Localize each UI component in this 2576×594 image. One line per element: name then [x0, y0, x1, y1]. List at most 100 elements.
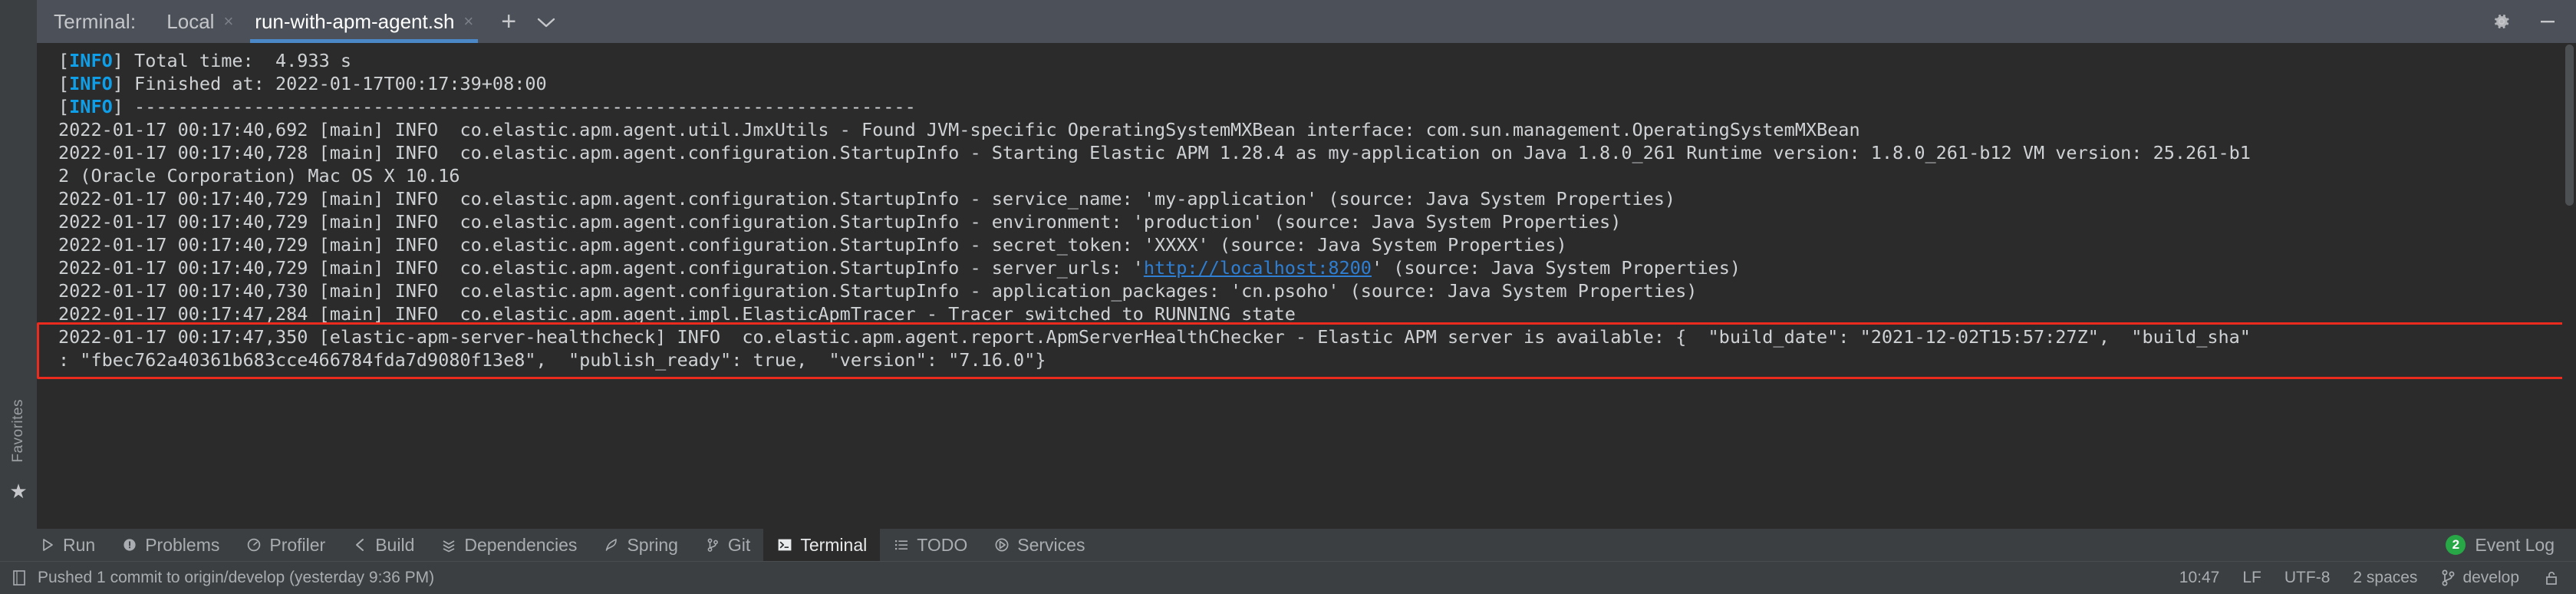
terminal-tab-local-label: Local	[166, 9, 215, 33]
terminal-label: Terminal:	[54, 9, 137, 33]
log-level-tag: INFO	[69, 50, 113, 71]
terminal-text: 2022-01-17 00:17:47,350 [elastic-apm-ser…	[58, 326, 2251, 348]
tool-window-label: TODO	[917, 534, 968, 555]
star-icon[interactable]: ★	[9, 481, 27, 501]
todo-icon	[893, 536, 910, 553]
tool-window-bar-right: 2 Event Log	[2446, 529, 2576, 561]
encoding-indicator[interactable]: UTF-8	[2284, 569, 2331, 587]
tool-window-label: Build	[375, 534, 415, 555]
tabbar-left-gutter	[0, 0, 37, 43]
git-branch-icon	[2440, 569, 2456, 587]
terminal-text: 2022-01-17 00:17:40,692 [main] INFO co.e…	[58, 119, 1860, 140]
document-icon	[11, 569, 28, 587]
terminal-line: [INFO] Total time: 4.933 s	[58, 49, 2576, 72]
tool-window-run[interactable]: Run	[26, 529, 108, 561]
tool-window-label: Spring	[627, 534, 678, 555]
terminal-text: ' (source: Java System Properties)	[1371, 257, 1741, 279]
terminal-link[interactable]: http://localhost:8200	[1144, 257, 1372, 279]
tool-window-bar: Run Problems Profiler Build Dependencies Spri…	[0, 529, 2576, 561]
terminal-line: 2022-01-17 00:17:47,350 [elastic-apm-ser…	[58, 325, 2576, 348]
services-icon	[993, 536, 1010, 553]
terminal-tab-local[interactable]: Local ×	[156, 0, 244, 43]
tool-window-terminal[interactable]: Terminal	[763, 529, 881, 561]
add-tab-icon[interactable]: +	[501, 8, 516, 35]
tool-window-label: Terminal	[800, 534, 868, 555]
terminal-line: 2022-01-17 00:17:40,730 [main] INFO co.e…	[58, 279, 2576, 302]
terminal-text: [	[58, 96, 70, 117]
minimize-icon[interactable]	[2538, 12, 2558, 31]
terminal-line: 2022-01-17 00:17:40,728 [main] INFO co.e…	[58, 141, 2576, 164]
terminal-line: : "fbec762a40361b683cce466784fda7d9080f1…	[58, 348, 2576, 371]
terminal-scrollbar-thumb[interactable]	[2565, 45, 2574, 206]
line-separator-indicator[interactable]: LF	[2242, 569, 2261, 587]
terminal-line: 2022-01-17 00:17:40,729 [main] INFO co.e…	[58, 256, 2576, 279]
terminal-text: ] --------------------------------------…	[112, 96, 916, 117]
branch-indicator[interactable]: develop	[2440, 569, 2519, 587]
status-bar: Pushed 1 commit to origin/develop (yeste…	[0, 561, 2576, 594]
status-bar-right: 10:47 LF UTF-8 2 spaces develop	[2179, 569, 2576, 587]
dependencies-icon	[440, 536, 457, 553]
chevron-down-icon[interactable]	[536, 12, 556, 31]
terminal-output-pane[interactable]: [INFO] Total time: 4.933 s [INFO] Finishe…	[37, 43, 2576, 529]
terminal-text: 2022-01-17 00:17:47,284 [main] INFO co.e…	[58, 303, 1296, 325]
event-log-button[interactable]: Event Log	[2475, 535, 2555, 556]
tool-window-spring[interactable]: Spring	[590, 529, 690, 561]
terminal-text: 2022-01-17 00:17:40,729 [main] INFO co.e…	[58, 188, 1676, 210]
terminal-line: 2022-01-17 00:17:40,729 [main] INFO co.e…	[58, 210, 2576, 233]
terminal-text: [	[58, 50, 70, 71]
terminal-text: : "fbec762a40361b683cce466784fda7d9080f1…	[58, 349, 1046, 371]
terminal-text: [	[58, 73, 70, 94]
terminal-tabbar: Terminal: Local × run-with-apm-agent.sh …	[0, 0, 2576, 43]
terminal-tab-run-with-apm-agent-label: run-with-apm-agent.sh	[255, 9, 455, 33]
close-icon[interactable]: ×	[463, 13, 473, 30]
build-icon	[351, 536, 368, 553]
terminal-line: [INFO] Finished at: 2022-01-17T00:17:39+…	[58, 72, 2576, 95]
status-time: 10:47	[2179, 568, 2220, 586]
favorites-label[interactable]: Favorites	[10, 399, 27, 463]
terminal-text: 2022-01-17 00:17:40,730 [main] INFO co.e…	[58, 280, 1698, 302]
terminal-line: [INFO] ---------------------------------…	[58, 95, 2576, 118]
profiler-icon	[245, 536, 262, 553]
branch-name: develop	[2462, 568, 2519, 586]
close-icon[interactable]: ×	[223, 13, 233, 30]
tool-window-git[interactable]: Git	[691, 529, 763, 561]
terminal-icon	[776, 536, 793, 553]
ide-window: Terminal: Local × run-with-apm-agent.sh …	[0, 0, 2576, 594]
terminal-text: ] Total time: 4.933 s	[112, 50, 352, 71]
indent-indicator[interactable]: 2 spaces	[2353, 569, 2417, 587]
problems-icon	[121, 536, 138, 553]
run-icon	[39, 536, 56, 553]
tool-window-build[interactable]: Build	[338, 529, 427, 561]
terminal-text: 2022-01-17 00:17:40,729 [main] INFO co.e…	[58, 234, 1567, 256]
terminal-output[interactable]: [INFO] Total time: 4.933 s [INFO] Finishe…	[37, 43, 2576, 529]
terminal-line: 2 (Oracle Corporation) Mac OS X 10.16	[58, 164, 2576, 187]
tool-window-label: Profiler	[269, 534, 326, 555]
status-message[interactable]: Pushed 1 commit to origin/develop (yeste…	[38, 569, 434, 587]
terminal-body: Favorites ★ [INFO] Total time: 4.933 s [I…	[0, 43, 2576, 529]
tool-window-label: Problems	[145, 534, 220, 555]
terminal-line: 2022-01-17 00:17:47,284 [main] INFO co.e…	[58, 302, 2576, 325]
tabbar-main: Terminal: Local × run-with-apm-agent.sh …	[37, 0, 2576, 43]
tool-window-label: Git	[727, 534, 751, 555]
log-level-tag: INFO	[69, 96, 113, 117]
tool-window-services[interactable]: Services	[980, 529, 1098, 561]
terminal-text: 2 (Oracle Corporation) Mac OS X 10.16	[58, 165, 460, 186]
tool-window-profiler[interactable]: Profiler	[232, 529, 338, 561]
terminal-text: ] Finished at: 2022-01-17T00:17:39+08:00	[112, 73, 547, 94]
spring-icon	[603, 536, 620, 553]
favorites-strip[interactable]: Favorites ★	[0, 43, 37, 529]
terminal-tab-run-with-apm-agent[interactable]: run-with-apm-agent.sh ×	[244, 0, 484, 43]
gear-icon[interactable]	[2492, 12, 2512, 31]
tool-window-label: Services	[1017, 534, 1085, 555]
git-icon	[704, 536, 721, 553]
tool-window-dependencies[interactable]: Dependencies	[427, 529, 590, 561]
terminal-scrollbar[interactable]	[2562, 43, 2576, 529]
unlock-icon[interactable]	[2542, 569, 2559, 587]
status-bar-left: Pushed 1 commit to origin/develop (yeste…	[0, 569, 434, 587]
tool-window-label: Run	[63, 534, 96, 555]
terminal-text: 2022-01-17 00:17:40,728 [main] INFO co.e…	[58, 142, 2251, 163]
tool-window-problems[interactable]: Problems	[108, 529, 232, 561]
event-log-badge: 2	[2446, 535, 2466, 555]
tool-window-todo[interactable]: TODO	[880, 529, 980, 561]
tabbar-right-actions	[2492, 12, 2576, 31]
